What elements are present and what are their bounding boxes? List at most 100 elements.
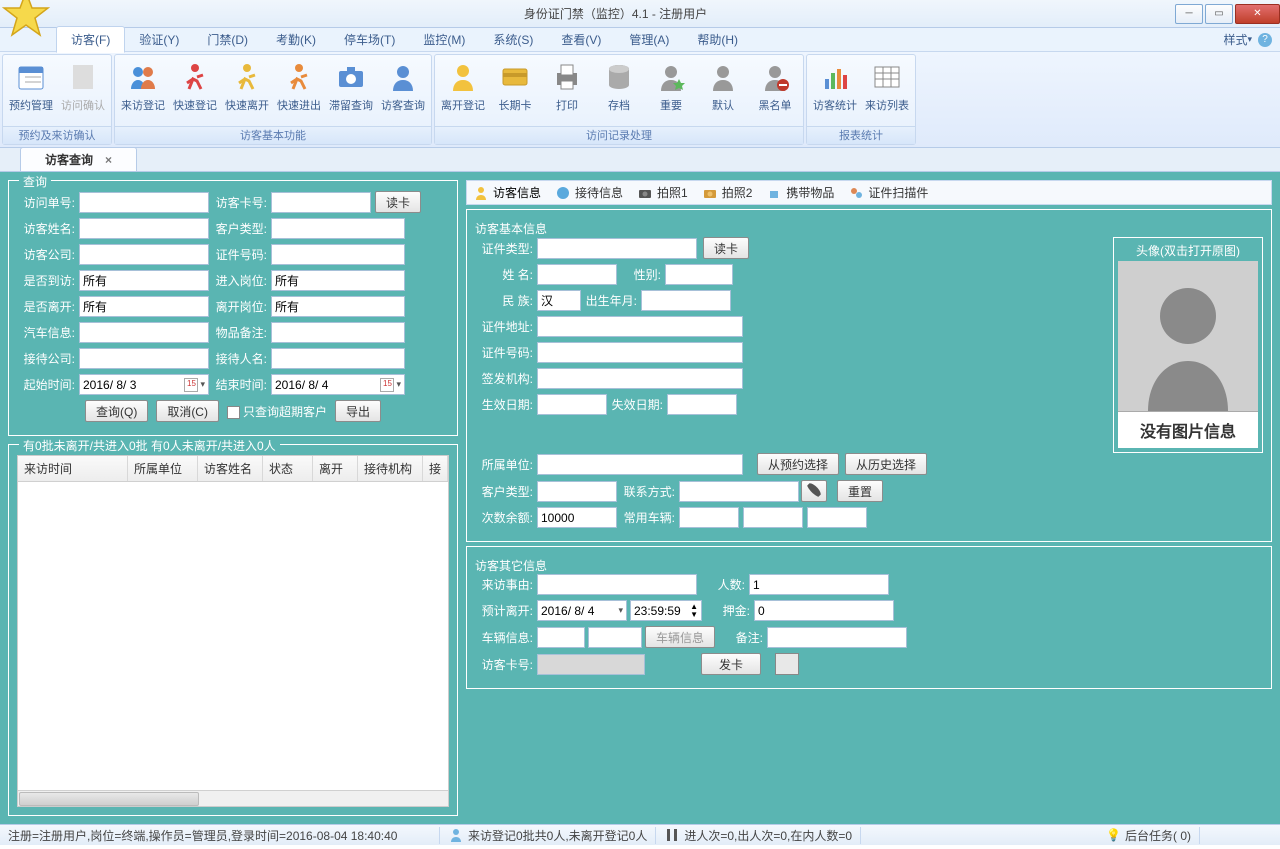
inp-valid[interactable] <box>537 394 607 415</box>
inp-contact[interactable] <box>679 481 799 502</box>
sel-deposit[interactable]: 0 <box>754 600 894 621</box>
close-button[interactable]: ✕ <box>1235 4 1280 24</box>
inp-addr[interactable] <box>537 316 743 337</box>
sel-cust-type[interactable] <box>271 218 405 239</box>
chk-overdue[interactable] <box>227 406 240 419</box>
btn-from-booking[interactable]: 从预约选择 <box>757 453 839 475</box>
grid-scrollbar[interactable] <box>18 790 448 806</box>
btn-query[interactable]: 查询(Q) <box>85 400 148 422</box>
btn-carinfo[interactable]: 车辆信息 <box>645 626 715 648</box>
inp-vidno[interactable] <box>537 342 743 363</box>
sel-persons[interactable]: 1 <box>749 574 889 595</box>
ribbon-calendar[interactable]: 预约管理 <box>5 57 57 124</box>
col-leave[interactable]: 离开 <box>313 456 358 481</box>
col-unit[interactable]: 所属单位 <box>128 456 198 481</box>
ribbon-camera[interactable]: 滞留查询 <box>325 57 377 124</box>
inp-birth[interactable] <box>641 290 731 311</box>
btn-from-hist[interactable]: 从历史选择 <box>845 453 927 475</box>
style-dropdown[interactable]: 样式 <box>1223 31 1247 48</box>
sel-vcusttype[interactable] <box>537 481 617 502</box>
menu-system[interactable]: 系统(S) <box>479 27 547 52</box>
date-start[interactable]: 2016/ 8/ 315▾ <box>79 374 209 395</box>
sel-left[interactable]: 所有 <box>79 296 209 317</box>
inp-ocar[interactable] <box>588 627 642 648</box>
ribbon-head-black[interactable]: 黑名单 <box>749 57 801 124</box>
col-name[interactable]: 访客姓名 <box>198 456 263 481</box>
minimize-button[interactable]: ─ <box>1175 4 1203 24</box>
inp-company[interactable] <box>79 244 209 265</box>
inp-recvcomp[interactable] <box>79 348 209 369</box>
inp-invalid[interactable] <box>667 394 737 415</box>
help-icon[interactable]: ? <box>1258 33 1272 47</box>
btn-readcard2[interactable]: 读卡 <box>703 237 749 259</box>
doc-tab-close-icon[interactable]: × <box>105 153 112 167</box>
sel-outpost[interactable]: 所有 <box>271 296 405 317</box>
inp-name[interactable] <box>79 218 209 239</box>
results-grid[interactable]: 来访时间 所属单位 访客姓名 状态 离开 接待机构 接 <box>17 455 449 807</box>
sel-veh3[interactable] <box>807 507 867 528</box>
inp-recvname[interactable] <box>271 348 405 369</box>
inp-remain[interactable] <box>537 507 617 528</box>
col-recv[interactable]: 接待机构 <box>358 456 423 481</box>
sel-unit[interactable] <box>537 454 743 475</box>
ribbon-visitors[interactable]: 来访登记 <box>117 57 169 124</box>
menu-door[interactable]: 门禁(D) <box>193 27 262 52</box>
sel-ocar[interactable] <box>537 627 585 648</box>
sel-arrived[interactable]: 所有 <box>79 270 209 291</box>
inp-car[interactable] <box>79 322 209 343</box>
menu-visitor[interactable]: 访客(F) <box>56 26 125 53</box>
menu-manage[interactable]: 管理(A) <box>615 27 683 52</box>
btn-cancel[interactable]: 取消(C) <box>156 400 219 422</box>
sel-veh1[interactable] <box>679 507 739 528</box>
inp-idno[interactable] <box>271 244 405 265</box>
doc-tab-visitor-query[interactable]: 访客查询 × <box>20 147 137 171</box>
btn-export[interactable]: 导出 <box>335 400 381 422</box>
rtab-carry[interactable]: 携带物品 <box>766 184 834 201</box>
status-right[interactable]: 💡后台任务( 0) <box>1098 827 1200 844</box>
inp-issuer[interactable] <box>537 368 743 389</box>
menu-attendance[interactable]: 考勤(K) <box>262 27 330 52</box>
col-time[interactable]: 来访时间 <box>18 456 128 481</box>
ribbon-runner-yellow[interactable]: 快速离开 <box>221 57 273 124</box>
ribbon-runner-red[interactable]: 快速登记 <box>169 57 221 124</box>
menu-view[interactable]: 查看(V) <box>547 27 615 52</box>
rtab-scan[interactable]: 证件扫描件 <box>848 184 928 201</box>
sel-veh2[interactable] <box>743 507 803 528</box>
date-end[interactable]: 2016/ 8/ 415▾ <box>271 374 405 395</box>
inp-visit-no[interactable] <box>79 192 209 213</box>
ribbon-head-gray[interactable]: 默认 <box>697 57 749 124</box>
rtab-photo2[interactable]: 拍照2 <box>702 184 753 201</box>
ribbon-chart[interactable]: 访客统计 <box>809 57 861 124</box>
btn-read-card[interactable]: 读卡 <box>375 191 421 213</box>
inp-vname[interactable] <box>537 264 617 285</box>
col-more[interactable]: 接 <box>423 456 448 481</box>
ribbon-database[interactable]: 存档 <box>593 57 645 124</box>
ribbon-printer[interactable]: 打印 <box>541 57 593 124</box>
col-status[interactable]: 状态 <box>263 456 313 481</box>
sel-sex[interactable] <box>665 264 733 285</box>
rtab-visitor[interactable]: 访客信息 <box>473 184 541 201</box>
inp-goods[interactable] <box>271 322 405 343</box>
inp-note[interactable] <box>767 627 907 648</box>
inp-card-no[interactable] <box>271 192 371 213</box>
sel-idtype[interactable] <box>537 238 697 259</box>
btn-phone[interactable] <box>801 480 827 502</box>
ribbon-card[interactable]: 长期卡 <box>489 57 541 124</box>
menu-help[interactable]: 帮助(H) <box>683 27 752 52</box>
menu-verify[interactable]: 验证(Y) <box>125 27 193 52</box>
menu-monitor[interactable]: 监控(M) <box>409 27 479 52</box>
sel-reason[interactable] <box>537 574 697 595</box>
ribbon-yellow-man[interactable]: 离开登记 <box>437 57 489 124</box>
rtab-reception[interactable]: 接待信息 <box>555 184 623 201</box>
maximize-button[interactable]: ▭ <box>1205 4 1233 24</box>
ribbon-head[interactable]: 访客查询 <box>377 57 429 124</box>
ribbon-runner-orange[interactable]: 快速进出 <box>273 57 325 124</box>
ribbon-grid[interactable]: 来访列表 <box>861 57 913 124</box>
menu-parking[interactable]: 停车场(T) <box>330 27 409 52</box>
rtab-photo1[interactable]: 拍照1 <box>637 184 688 201</box>
date-leave[interactable]: 2016/ 8/ 4▾ <box>537 600 627 621</box>
time-leave[interactable]: 23:59:59▲▼ <box>630 600 702 621</box>
btn-reset[interactable]: 重置 <box>837 480 883 502</box>
ribbon-star-green[interactable]: 重要 <box>645 57 697 124</box>
inp-nation[interactable] <box>537 290 581 311</box>
